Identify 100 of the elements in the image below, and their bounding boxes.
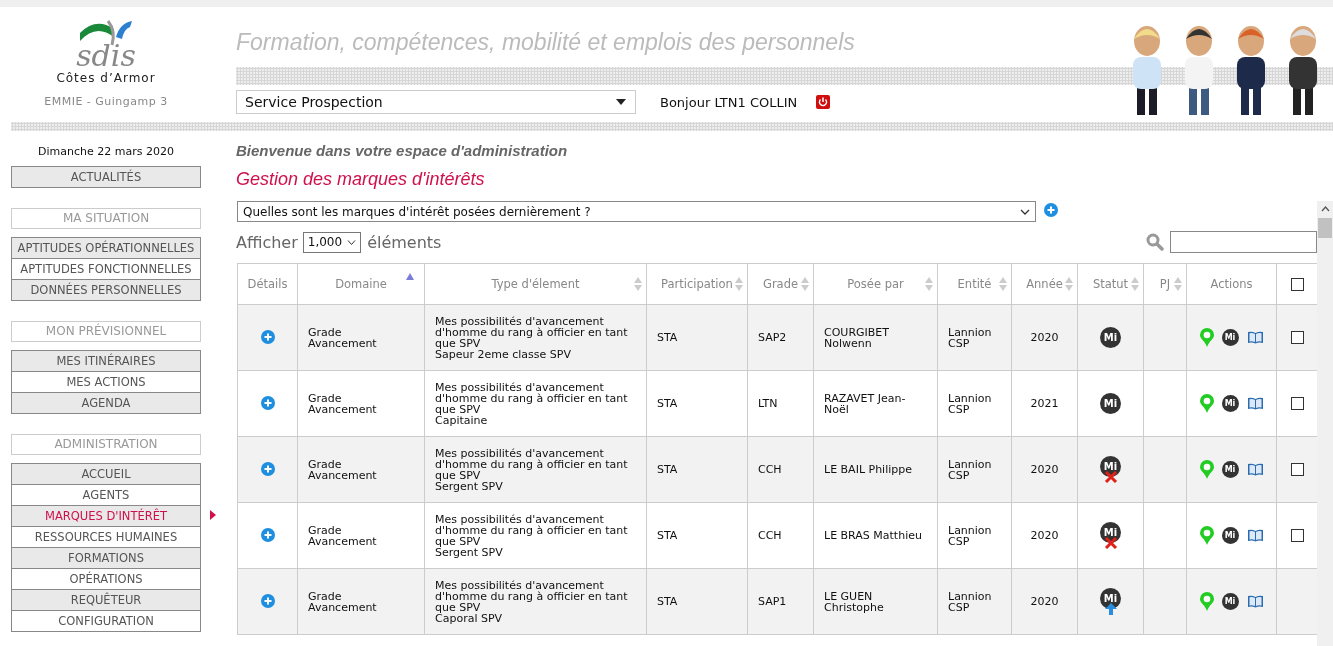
scroll-up-icon[interactable]	[1320, 206, 1330, 212]
sort-icon	[999, 277, 1007, 291]
entity-cell-text: Lannion CSP	[948, 392, 993, 415]
year-cell: 2020	[1030, 529, 1059, 542]
menu-item[interactable]: MES ITINÉRAIRES	[12, 351, 200, 371]
menu-item[interactable]: APTITUDES OPÉRATIONNELLES	[12, 238, 200, 258]
service-select[interactable]: Service Prospection	[236, 90, 636, 114]
add-icon[interactable]	[1044, 202, 1058, 217]
interest-badge[interactable]: Mi	[1221, 593, 1239, 610]
author-cell-text: LE BAIL Philippe	[824, 464, 914, 475]
interest-badge[interactable]: Mi	[1221, 395, 1239, 412]
entity-cell-text: Lannion CSP	[948, 524, 993, 547]
sort-icon	[735, 277, 743, 291]
expand-icon[interactable]	[260, 527, 275, 542]
entity-cell-text: Lannion CSP	[948, 458, 993, 481]
status-badge: Mi	[1100, 327, 1121, 348]
scrollbar-thumb[interactable]	[1318, 218, 1332, 238]
menu-item[interactable]: ACTUALITÉS	[12, 167, 200, 187]
location-pin-icon[interactable]	[1199, 460, 1214, 479]
row-checkbox[interactable]	[1290, 463, 1304, 476]
grade-cell: LTN	[758, 397, 778, 410]
row-checkbox[interactable]	[1290, 331, 1304, 344]
interest-badge[interactable]: Mi	[1221, 329, 1239, 346]
author-cell-text: LE GUEN Christophe	[824, 590, 885, 613]
select-all-checkbox[interactable]	[1290, 278, 1304, 291]
search-icon	[1146, 233, 1164, 251]
menu-item[interactable]: AGENDA	[12, 392, 200, 413]
sort-icon	[801, 277, 809, 291]
logo-text: sdis	[76, 41, 136, 71]
interest-badge[interactable]: Mi	[1221, 461, 1239, 478]
location-pin-icon[interactable]	[1199, 526, 1214, 545]
year-cell: 2020	[1030, 595, 1059, 608]
chevron-icon	[1020, 208, 1030, 215]
greeting: Bonjour LTN1 COLLIN	[660, 94, 798, 110]
interest-badge[interactable]: Mi	[1221, 527, 1239, 544]
expand-icon[interactable]	[260, 329, 275, 344]
location-pin-icon[interactable]	[1199, 592, 1214, 611]
grade-cell: CCH	[758, 529, 782, 542]
page-size-select[interactable]: 1,000	[302, 231, 362, 253]
domain-cell-text: Grade Avancement	[308, 392, 378, 415]
menu-heading: ADMINISTRATION	[11, 434, 201, 455]
chevron-icon	[347, 239, 357, 245]
expand-icon[interactable]	[260, 593, 275, 608]
logout-icon[interactable]	[816, 95, 831, 109]
site-name: EMMIE - Guingamp 3	[44, 95, 168, 108]
menu-item[interactable]: DONNÉES PERSONNELLES	[12, 279, 200, 300]
sort-icon	[1131, 277, 1139, 291]
type-cell-text: Mes possibilités d'avancement d'homme du rang à officier en tant que SPV Caporal SPV	[435, 579, 629, 624]
book-icon[interactable]	[1246, 529, 1264, 542]
participation-cell: STA	[657, 595, 678, 608]
author-cell-text: COURGIBET Nolwenn	[824, 326, 891, 349]
sort-icon	[1065, 277, 1073, 291]
year-cell: 2020	[1030, 331, 1059, 344]
book-icon[interactable]	[1246, 397, 1264, 410]
type-cell-text: Mes possibilités d'avancement d'homme du rang à officier en tant que SPV Sergent SPV	[435, 513, 629, 558]
domain-cell-text: Grade Avancement	[308, 590, 378, 613]
dropdown-icon	[616, 99, 626, 105]
menu-heading: MON PRÉVISIONNEL	[11, 321, 201, 342]
app-title: Formation, compétences, mobilité et emplois des personnels	[236, 29, 856, 57]
query-select[interactable]: Quelles sont les marques d'intérêt posées dernièrement ?	[237, 201, 1036, 222]
menu-item[interactable]: ACCUEIL	[12, 464, 200, 484]
page-title: Gestion des marques d'intérêts	[236, 169, 486, 191]
expand-icon[interactable]	[260, 461, 275, 476]
search-field[interactable]	[1170, 231, 1317, 253]
entity-cell-text: Lannion CSP	[948, 326, 993, 349]
pointer-icon	[210, 510, 216, 520]
row-checkbox[interactable]	[1290, 529, 1304, 542]
year-cell: 2021	[1030, 397, 1059, 410]
show-suffix: éléments	[367, 232, 442, 252]
menu-item[interactable]: REQUÊTEUR	[12, 589, 200, 610]
date: Dimanche 22 mars 2020	[37, 145, 175, 160]
participation-cell: STA	[657, 331, 678, 344]
domain-cell-text: Grade Avancement	[308, 326, 378, 349]
expand-icon[interactable]	[260, 395, 275, 410]
status-badge: Mi	[1100, 393, 1121, 414]
show-label: Afficher	[236, 232, 298, 252]
menu-item[interactable]: MARQUES D'INTÉRÊT	[12, 505, 200, 526]
type-cell-text: Mes possibilités d'avancement d'homme du rang à officier en tant que SPV Sergent SPV	[435, 447, 629, 492]
book-icon[interactable]	[1246, 331, 1264, 344]
grade-cell: SAP2	[758, 331, 787, 344]
book-icon[interactable]	[1246, 595, 1264, 608]
author-cell-text: LE BRAS Matthieu	[824, 530, 923, 541]
sort-icon	[1174, 277, 1182, 291]
book-icon[interactable]	[1246, 463, 1264, 476]
domain-cell-text: Grade Avancement	[308, 524, 378, 547]
participation-cell: STA	[657, 529, 678, 542]
domain-cell-text: Grade Avancement	[308, 458, 378, 481]
participation-cell: STA	[657, 463, 678, 476]
row-checkbox[interactable]	[1290, 397, 1304, 410]
location-pin-icon[interactable]	[1199, 394, 1214, 413]
grade-cell: SAP1	[758, 595, 787, 608]
year-cell: 2020	[1030, 463, 1059, 476]
location-pin-icon[interactable]	[1199, 328, 1214, 347]
sort-icon	[925, 277, 933, 291]
logo-subtitle: Côtes d’Armor	[56, 71, 156, 85]
menu-item[interactable]: FORMATIONS	[12, 547, 200, 568]
sort-up-icon	[406, 273, 414, 280]
author-cell-text: RAZAVET Jean-Noël	[824, 392, 907, 415]
grade-cell: CCH	[758, 463, 782, 476]
entity-cell-text: Lannion CSP	[948, 590, 993, 613]
